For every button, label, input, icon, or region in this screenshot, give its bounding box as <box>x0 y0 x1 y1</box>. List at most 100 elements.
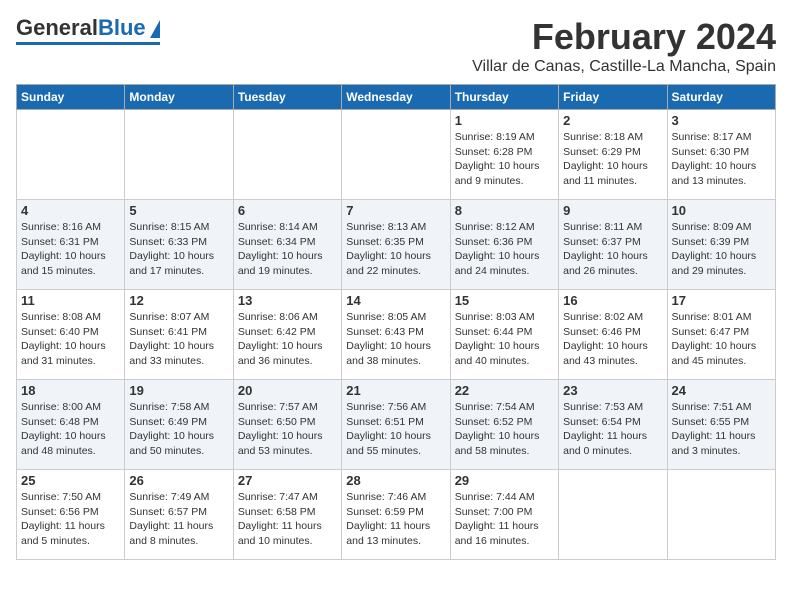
day-number: 2 <box>563 113 662 128</box>
day-number: 13 <box>238 293 337 308</box>
day-number: 22 <box>455 383 554 398</box>
calendar-day-cell: 11 Sunrise: 8:08 AMSunset: 6:40 PMDayligh… <box>17 290 125 380</box>
day-number: 20 <box>238 383 337 398</box>
day-info: Sunrise: 7:53 AMSunset: 6:54 PMDaylight:… <box>563 400 662 459</box>
calendar-day-cell: 3 Sunrise: 8:17 AMSunset: 6:30 PMDaylight… <box>667 110 775 200</box>
day-number: 7 <box>346 203 445 218</box>
calendar-day-cell <box>125 110 233 200</box>
day-info: Sunrise: 8:03 AMSunset: 6:44 PMDaylight:… <box>455 310 554 369</box>
calendar-day-cell: 17Sunrise: 8:01 AMSunset: 6:47 PMDayligh… <box>667 290 775 380</box>
calendar-day-cell <box>17 110 125 200</box>
calendar-day-cell: 18 Sunrise: 8:00 AMSunset: 6:48 PMDayligh… <box>17 380 125 470</box>
day-info: Sunrise: 8:01 AMSunset: 6:47 PMDaylight:… <box>672 310 771 369</box>
day-number: 1 <box>455 113 554 128</box>
calendar-day-cell: 4 Sunrise: 8:16 AMSunset: 6:31 PMDaylight… <box>17 200 125 290</box>
day-info: Sunrise: 8:19 AMSunset: 6:28 PMDaylight:… <box>455 130 554 189</box>
calendar-week-row: 25Sunrise: 7:50 AMSunset: 6:56 PMDayligh… <box>17 470 776 560</box>
day-info: Sunrise: 8:09 AMSunset: 6:39 PMDaylight:… <box>672 220 771 279</box>
day-info: Sunrise: 7:56 AMSunset: 6:51 PMDaylight:… <box>346 400 445 459</box>
day-number: 28 <box>346 473 445 488</box>
day-info: Sunrise: 8:11 AMSunset: 6:37 PMDaylight:… <box>563 220 662 279</box>
day-info: Sunrise: 8:12 AMSunset: 6:36 PMDaylight:… <box>455 220 554 279</box>
day-info: Sunrise: 7:57 AMSunset: 6:50 PMDaylight:… <box>238 400 337 459</box>
day-info: Sunrise: 7:49 AMSunset: 6:57 PMDaylight:… <box>129 490 228 549</box>
calendar-day-cell: 1 Sunrise: 8:19 AMSunset: 6:28 PMDaylight… <box>450 110 558 200</box>
day-info: Sunrise: 7:47 AMSunset: 6:58 PMDaylight:… <box>238 490 337 549</box>
logo-text: GeneralBlue <box>16 16 146 40</box>
calendar-day-cell: 25Sunrise: 7:50 AMSunset: 6:56 PMDayligh… <box>17 470 125 560</box>
calendar-day-cell <box>233 110 341 200</box>
weekday-header: Wednesday <box>342 85 450 110</box>
calendar-day-cell: 19 Sunrise: 7:58 AMSunset: 6:49 PMDayligh… <box>125 380 233 470</box>
day-number: 19 <box>129 383 228 398</box>
day-number: 15 <box>455 293 554 308</box>
calendar-day-cell: 20 Sunrise: 7:57 AMSunset: 6:50 PMDayligh… <box>233 380 341 470</box>
calendar-day-cell <box>667 470 775 560</box>
calendar-day-cell <box>342 110 450 200</box>
calendar-day-cell: 6 Sunrise: 8:14 AMSunset: 6:34 PMDaylight… <box>233 200 341 290</box>
calendar-week-row: 4 Sunrise: 8:16 AMSunset: 6:31 PMDaylight… <box>17 200 776 290</box>
day-number: 11 <box>21 293 120 308</box>
day-info: Sunrise: 8:13 AMSunset: 6:35 PMDaylight:… <box>346 220 445 279</box>
day-number: 5 <box>129 203 228 218</box>
calendar-day-cell: 22 Sunrise: 7:54 AMSunset: 6:52 PMDayligh… <box>450 380 558 470</box>
calendar-day-cell: 26Sunrise: 7:49 AMSunset: 6:57 PMDayligh… <box>125 470 233 560</box>
day-number: 25 <box>21 473 120 488</box>
day-number: 23 <box>563 383 662 398</box>
day-number: 3 <box>672 113 771 128</box>
calendar-day-cell: 21 Sunrise: 7:56 AMSunset: 6:51 PMDayligh… <box>342 380 450 470</box>
day-info: Sunrise: 8:17 AMSunset: 6:30 PMDaylight:… <box>672 130 771 189</box>
logo-underline <box>16 42 160 45</box>
day-info: Sunrise: 8:18 AMSunset: 6:29 PMDaylight:… <box>563 130 662 189</box>
day-info: Sunrise: 8:00 AMSunset: 6:48 PMDaylight:… <box>21 400 120 459</box>
day-number: 29 <box>455 473 554 488</box>
day-info: Sunrise: 7:51 AMSunset: 6:55 PMDaylight:… <box>672 400 771 459</box>
title-block: February 2024 Villar de Canas, Castille-… <box>472 16 776 76</box>
calendar-day-cell: 23 Sunrise: 7:53 AMSunset: 6:54 PMDayligh… <box>559 380 667 470</box>
day-info: Sunrise: 8:08 AMSunset: 6:40 PMDaylight:… <box>21 310 120 369</box>
day-info: Sunrise: 8:05 AMSunset: 6:43 PMDaylight:… <box>346 310 445 369</box>
calendar-day-cell: 27 Sunrise: 7:47 AMSunset: 6:58 PMDayligh… <box>233 470 341 560</box>
calendar-day-cell: 24 Sunrise: 7:51 AMSunset: 6:55 PMDayligh… <box>667 380 775 470</box>
day-number: 4 <box>21 203 120 218</box>
calendar-table: SundayMondayTuesdayWednesdayThursdayFrid… <box>16 84 776 560</box>
weekday-header: Monday <box>125 85 233 110</box>
weekday-header: Sunday <box>17 85 125 110</box>
calendar-day-cell: 7 Sunrise: 8:13 AMSunset: 6:35 PMDaylight… <box>342 200 450 290</box>
day-number: 6 <box>238 203 337 218</box>
day-number: 12 <box>129 293 228 308</box>
calendar-day-cell: 13Sunrise: 8:06 AMSunset: 6:42 PMDayligh… <box>233 290 341 380</box>
calendar-day-cell: 5 Sunrise: 8:15 AMSunset: 6:33 PMDaylight… <box>125 200 233 290</box>
calendar-day-cell: 15 Sunrise: 8:03 AMSunset: 6:44 PMDayligh… <box>450 290 558 380</box>
day-number: 21 <box>346 383 445 398</box>
calendar-day-cell: 28 Sunrise: 7:46 AMSunset: 6:59 PMDayligh… <box>342 470 450 560</box>
day-info: Sunrise: 7:54 AMSunset: 6:52 PMDaylight:… <box>455 400 554 459</box>
day-info: Sunrise: 8:15 AMSunset: 6:33 PMDaylight:… <box>129 220 228 279</box>
calendar-day-cell: 14 Sunrise: 8:05 AMSunset: 6:43 PMDayligh… <box>342 290 450 380</box>
calendar-week-row: 18 Sunrise: 8:00 AMSunset: 6:48 PMDayligh… <box>17 380 776 470</box>
weekday-header: Tuesday <box>233 85 341 110</box>
weekday-header: Saturday <box>667 85 775 110</box>
logo: GeneralBlue <box>16 16 160 45</box>
day-info: Sunrise: 8:07 AMSunset: 6:41 PMDaylight:… <box>129 310 228 369</box>
calendar-day-cell: 9Sunrise: 8:11 AMSunset: 6:37 PMDaylight… <box>559 200 667 290</box>
calendar-day-cell: 29 Sunrise: 7:44 AMSunset: 7:00 PMDayligh… <box>450 470 558 560</box>
day-number: 10 <box>672 203 771 218</box>
day-info: Sunrise: 7:58 AMSunset: 6:49 PMDaylight:… <box>129 400 228 459</box>
calendar-day-cell: 10 Sunrise: 8:09 AMSunset: 6:39 PMDayligh… <box>667 200 775 290</box>
day-info: Sunrise: 7:44 AMSunset: 7:00 PMDaylight:… <box>455 490 554 549</box>
day-number: 24 <box>672 383 771 398</box>
page-header: GeneralBlue February 2024 Villar de Cana… <box>16 16 776 76</box>
calendar-day-cell: 8Sunrise: 8:12 AMSunset: 6:36 PMDaylight… <box>450 200 558 290</box>
day-info: Sunrise: 7:46 AMSunset: 6:59 PMDaylight:… <box>346 490 445 549</box>
day-info: Sunrise: 8:16 AMSunset: 6:31 PMDaylight:… <box>21 220 120 279</box>
weekday-header: Thursday <box>450 85 558 110</box>
day-info: Sunrise: 8:14 AMSunset: 6:34 PMDaylight:… <box>238 220 337 279</box>
day-number: 14 <box>346 293 445 308</box>
calendar-header-row: SundayMondayTuesdayWednesdayThursdayFrid… <box>17 85 776 110</box>
calendar-day-cell: 12 Sunrise: 8:07 AMSunset: 6:41 PMDayligh… <box>125 290 233 380</box>
day-number: 18 <box>21 383 120 398</box>
day-number: 27 <box>238 473 337 488</box>
month-title: February 2024 <box>472 16 776 58</box>
location-title: Villar de Canas, Castille-La Mancha, Spa… <box>472 58 776 76</box>
